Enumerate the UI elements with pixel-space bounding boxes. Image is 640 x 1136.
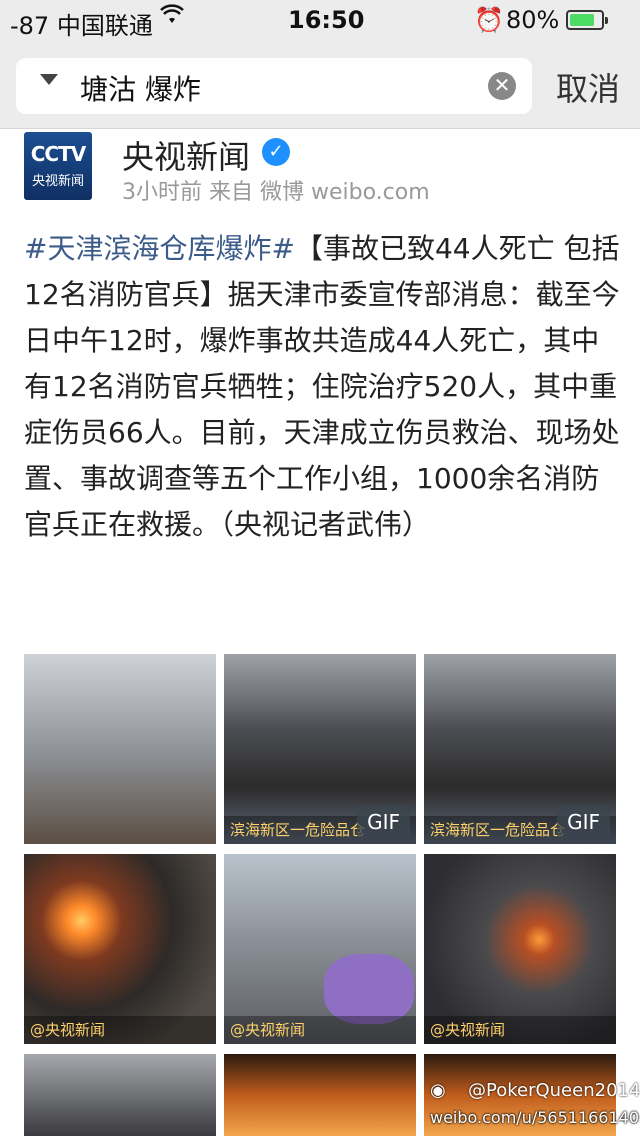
logo-subtext: 央视新闻 (31, 174, 84, 189)
post-text: #天津滨海仓库爆炸#【事故已致44人死亡 包括12名消防官兵】据天津市委宣传部消… (24, 226, 620, 548)
alarm-icon: ⏰ (474, 6, 504, 34)
avatar[interactable]: CCTV 央视新闻 (24, 132, 92, 200)
gif-badge: GIF (557, 806, 610, 838)
image-thumbnail[interactable]: @央视新闻 (424, 854, 616, 1044)
weibo-logo-icon: ◉ (430, 1080, 446, 1101)
post-content: 【事故已致44人死亡 包括12名消防官兵】据天津市委宣传部消息：截至今日中午12… (24, 232, 620, 541)
cancel-button[interactable]: 取消 (556, 64, 620, 110)
image-thumbnail[interactable] (24, 654, 216, 844)
battery-icon (566, 10, 608, 30)
chevron-down-icon[interactable] (40, 74, 58, 85)
image-caption: @央视新闻 (224, 1016, 416, 1044)
battery-cap (605, 17, 608, 24)
image-thumbnail[interactable]: @央视新闻 (224, 854, 416, 1044)
clock: 16:50 (288, 6, 365, 34)
teddy-bear (324, 954, 414, 1024)
watermark-url: weibo.com/u/5651166140 (430, 1108, 640, 1127)
verified-icon: ✓ (262, 138, 290, 166)
image-caption: @央视新闻 (24, 1016, 216, 1044)
image-thumbnail[interactable]: 滨海新区一危险品仓 GIF (424, 654, 616, 844)
image-thumbnail[interactable] (224, 1054, 416, 1136)
gif-badge: GIF (357, 806, 410, 838)
logo-text: CCTV (30, 142, 86, 166)
battery-percent: 80% (506, 6, 560, 34)
clear-icon[interactable]: ✕ (488, 72, 516, 100)
image-thumbnail[interactable] (24, 1054, 216, 1136)
search-input[interactable]: 塘沽 爆炸 (80, 68, 201, 108)
wifi-icon (160, 4, 184, 32)
status-bar: -87 中国联通 16:50 ⏰ 80% (0, 0, 640, 42)
image-thumbnail[interactable]: @央视新闻 (24, 854, 216, 1044)
image-caption: @央视新闻 (424, 1016, 616, 1044)
search-field[interactable]: 塘沽 爆炸 ✕ (16, 58, 532, 114)
author-name[interactable]: 央视新闻 (122, 132, 250, 178)
image-thumbnail[interactable]: 滨海新区一危险品仓 GIF (224, 654, 416, 844)
watermark-user: @PokerQueen2014 (468, 1080, 640, 1101)
post-meta: 3小时前 来自 微博 weibo.com (122, 180, 430, 205)
hashtag-link[interactable]: #天津滨海仓库爆炸# (24, 232, 295, 265)
battery-fill (570, 14, 594, 26)
search-bar: 塘沽 爆炸 ✕ 取消 (0, 42, 640, 129)
carrier-signal: -87 中国联通 (10, 12, 153, 40)
